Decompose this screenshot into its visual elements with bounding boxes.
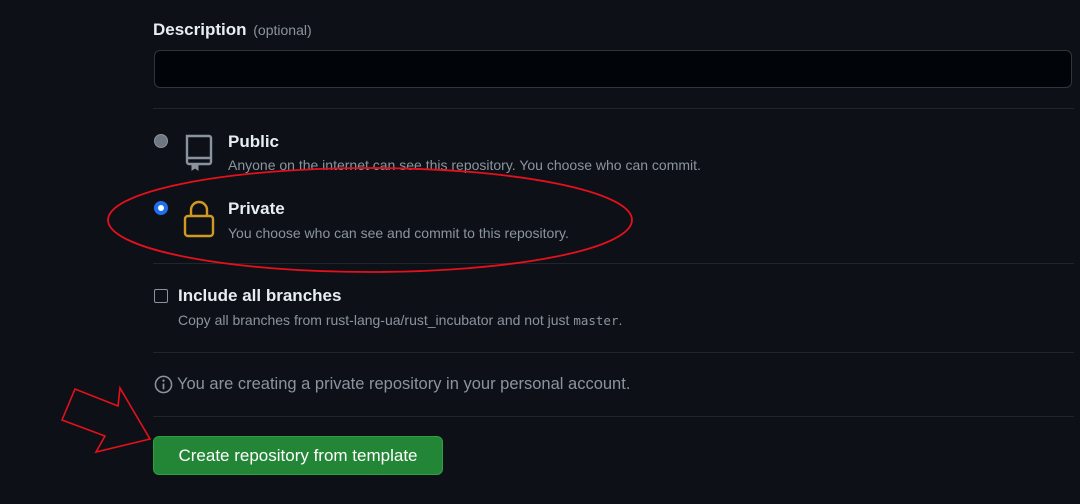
public-radio[interactable]: [154, 134, 168, 148]
public-title: Public: [228, 132, 280, 151]
private-title: Private: [228, 199, 285, 218]
include-branches-desc-text: Copy all branches from rust-lang-ua/rust…: [178, 312, 574, 328]
info-message: You are creating a private repository in…: [154, 375, 630, 394]
divider: [153, 352, 1074, 353]
create-repository-button[interactable]: Create repository from template: [153, 436, 443, 475]
include-branches-checkbox[interactable]: [154, 289, 168, 303]
description-label: Description: [153, 20, 247, 39]
private-radio[interactable]: [154, 201, 168, 215]
create-repo-form: Description (optional) Public Anyone on …: [0, 0, 1080, 504]
private-description: You choose who can see and commit to thi…: [228, 225, 569, 241]
lock-icon: [183, 200, 215, 238]
divider: [153, 263, 1074, 264]
annotation-arrow: [60, 385, 152, 454]
include-branches-description: Copy all branches from rust-lang-ua/rust…: [178, 312, 622, 328]
description-label-row: Description (optional): [153, 20, 312, 40]
branch-name-code: master: [573, 313, 619, 328]
divider: [153, 108, 1074, 109]
info-text: You are creating a private repository in…: [177, 375, 631, 393]
info-icon: [154, 375, 173, 394]
description-input[interactable]: [154, 50, 1072, 88]
divider: [153, 416, 1074, 417]
public-description: Anyone on the internet can see this repo…: [228, 157, 701, 173]
include-branches-label: Include all branches: [178, 286, 342, 305]
optional-hint: (optional): [253, 22, 312, 38]
repo-book-icon: [185, 134, 213, 171]
include-branches-desc-suffix: .: [618, 312, 623, 328]
